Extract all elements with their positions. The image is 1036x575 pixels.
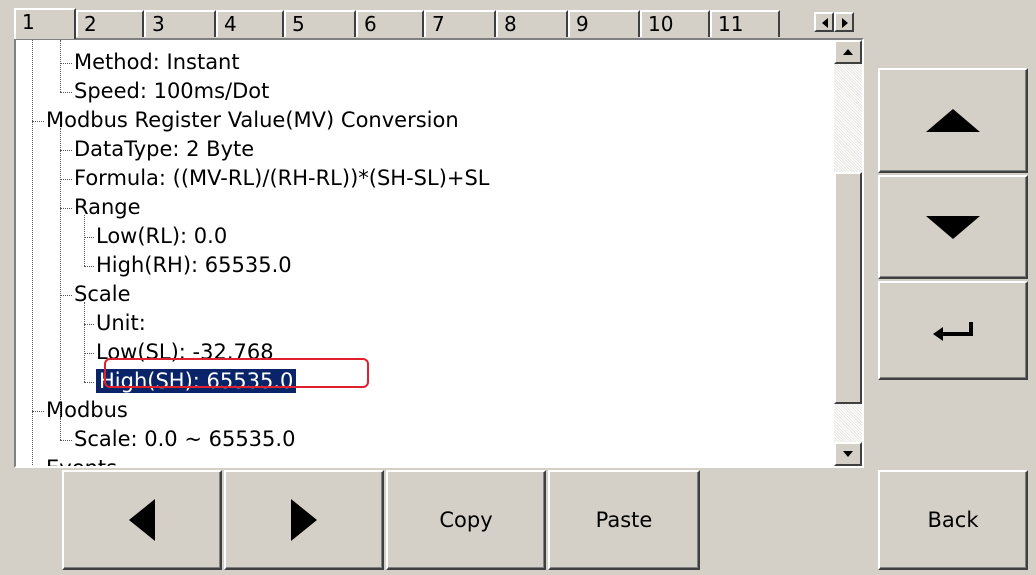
tab-7[interactable]: 7 — [424, 10, 496, 37]
tree-guide — [60, 128, 61, 440]
tab-11[interactable]: 11 — [710, 10, 780, 37]
tree-guide — [60, 40, 61, 92]
tab-3[interactable]: 3 — [144, 10, 216, 37]
tree-item[interactable]: DataType: 2 Byte — [74, 135, 254, 164]
tree-item[interactable]: Events — [46, 454, 117, 466]
right-arrow-icon — [291, 499, 317, 541]
tab-4[interactable]: 4 — [216, 10, 284, 37]
tree-label: Formula: ((MV-RL)/(RH-RL))*(SH-SL)+SL — [74, 166, 490, 190]
tree-connector — [60, 440, 72, 441]
tree-connector — [60, 295, 72, 296]
back-button[interactable]: Back — [878, 470, 1028, 570]
copy-button[interactable]: Copy — [386, 470, 546, 570]
left-arrow-icon — [129, 499, 155, 541]
tree-label: Speed: 100ms/Dot — [74, 79, 270, 103]
tab-5[interactable]: 5 — [284, 10, 356, 37]
highlight-outline — [104, 358, 369, 388]
tree-item[interactable]: Speed: 100ms/Dot — [74, 77, 269, 106]
tree-label: Low(RL): 0.0 — [96, 224, 228, 248]
scroll-down-button[interactable] — [834, 442, 862, 466]
scroll-down-icon — [843, 451, 853, 457]
tree-item[interactable]: Scale: 0.0 ~ 65535.0 — [74, 425, 295, 454]
tree-label: Scale: 0.0 ~ 65535.0 — [74, 427, 296, 451]
tree-label: Method: Instant — [74, 50, 240, 74]
tree-panel: Method: Instant Speed: 100ms/Dot Modbus Re… — [14, 38, 864, 468]
tree-label: Scale — [74, 282, 131, 306]
tree-item[interactable]: Formula: ((MV-RL)/(RH-RL))*(SH-SL)+SL — [74, 164, 490, 193]
tab-scroll-right-button[interactable] — [834, 12, 854, 32]
tree-guide — [84, 215, 85, 266]
tree-item[interactable]: Scale — [74, 280, 131, 309]
tree-connector — [84, 382, 94, 383]
scroll-up-icon — [843, 49, 853, 55]
up-button[interactable] — [878, 68, 1028, 173]
next-button[interactable] — [224, 470, 384, 570]
prev-button[interactable] — [62, 470, 222, 570]
tab-6[interactable]: 6 — [356, 10, 424, 37]
tree-item[interactable]: Modbus — [46, 396, 128, 425]
down-arrow-icon — [926, 216, 980, 239]
tab-8[interactable]: 8 — [496, 10, 568, 37]
down-button[interactable] — [878, 175, 1028, 279]
tree-item[interactable]: High(RH): 65535.0 — [96, 251, 292, 280]
tree-connector — [60, 150, 72, 151]
tab-scroll-right-icon — [842, 18, 848, 28]
tab-1[interactable]: 1 — [14, 8, 76, 39]
tree-connector — [60, 92, 72, 93]
tree-guide — [32, 40, 33, 466]
tree-connector — [84, 266, 94, 267]
tab-10[interactable]: 10 — [640, 10, 710, 37]
back-label: Back — [927, 508, 979, 532]
tab-scroll-left-icon — [822, 18, 828, 28]
tree-connector — [32, 411, 44, 412]
tree-item[interactable]: Method: Instant — [74, 48, 240, 77]
tree-label: Unit: — [96, 311, 146, 335]
tree-connector — [60, 179, 72, 180]
paste-button[interactable]: Paste — [548, 470, 700, 570]
tree-connector — [84, 353, 94, 354]
tree-label: Modbus — [46, 398, 128, 422]
tree-label: Events — [46, 456, 117, 466]
scroll-thumb[interactable] — [834, 172, 862, 404]
tree-label: DataType: 2 Byte — [74, 137, 255, 161]
tab-9[interactable]: 9 — [568, 10, 640, 37]
tree-item[interactable]: Modbus Register Value(MV) Conversion — [46, 106, 459, 135]
scroll-up-button[interactable] — [834, 40, 862, 64]
tree-view[interactable]: Method: Instant Speed: 100ms/Dot Modbus Re… — [16, 40, 834, 466]
tree-connector — [84, 324, 94, 325]
vertical-scrollbar[interactable] — [834, 40, 862, 466]
tab-strip: 1 2 3 4 5 6 7 8 9 10 11 — [14, 8, 860, 39]
tree-item[interactable]: Low(RL): 0.0 — [96, 222, 227, 251]
copy-label: Copy — [439, 508, 493, 532]
tree-connector — [84, 237, 94, 238]
tree-item[interactable]: Unit: — [96, 309, 146, 338]
tab-2[interactable]: 2 — [76, 10, 144, 37]
tree-connector — [60, 208, 72, 209]
tree-guide — [60, 418, 61, 440]
tree-guide — [84, 302, 85, 382]
up-arrow-icon — [926, 108, 980, 132]
enter-button[interactable] — [878, 281, 1028, 380]
enter-arrow-icon — [933, 321, 973, 341]
tree-label: Modbus Register Value(MV) Conversion — [46, 108, 459, 132]
paste-label: Paste — [595, 508, 653, 532]
tree-connector — [32, 121, 44, 122]
tree-connector — [60, 63, 72, 64]
tree-label: High(RH): 65535.0 — [96, 253, 292, 277]
tab-scroll-left-button[interactable] — [814, 12, 834, 32]
